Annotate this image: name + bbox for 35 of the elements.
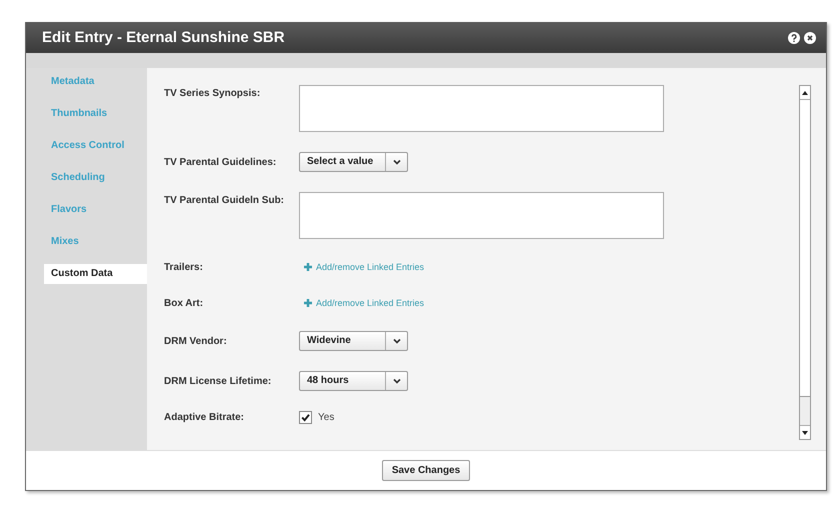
chevron-down-icon (392, 338, 400, 344)
linked-entries-link[interactable]: Add/remove Linked Entries (316, 298, 424, 308)
scrollbar-thumb[interactable] (800, 396, 810, 425)
chevron-down-icon (392, 159, 400, 165)
sidebar-tab[interactable]: Scheduling (44, 168, 147, 188)
sidebar-tab[interactable]: Access Control (44, 136, 147, 156)
sidebar-tab[interactable]: Custom Data (44, 264, 147, 284)
arrow-up-icon[interactable] (802, 90, 808, 94)
linked-entries-link[interactable]: Add/remove Linked Entries (316, 262, 424, 272)
sidebar-tab[interactable]: Thumbnails (44, 104, 147, 124)
checkbox-label: Yes (318, 412, 334, 423)
plus-icon (304, 299, 312, 307)
sidebar-tab[interactable]: Metadata (44, 72, 147, 92)
plus-icon (304, 263, 312, 271)
help-icon[interactable] (788, 32, 800, 44)
arrow-down-icon[interactable] (802, 430, 808, 434)
field-label: TV Parental Guideln Sub: (164, 194, 286, 206)
field-label: DRM Vendor: (164, 336, 228, 346)
field-label: TV Series Synopsis: (164, 87, 262, 99)
dropdown[interactable]: Widevine (299, 331, 408, 351)
sidebar-tab[interactable]: Mixes (44, 232, 147, 252)
field-label: Trailers: (164, 262, 204, 272)
field-label: Adaptive Bitrate: (164, 412, 246, 423)
checkbox[interactable] (299, 411, 312, 424)
close-icon[interactable] (804, 32, 816, 44)
dropdown[interactable]: Select a value (299, 152, 408, 172)
save-changes-button[interactable]: Save Changes (382, 460, 470, 481)
chevron-down-icon (392, 378, 400, 384)
window-title: Edit Entry - Eternal Sunshine SBR (42, 29, 285, 46)
field-label: TV Parental Guidelines: (164, 156, 278, 168)
field-label: DRM License Lifetime: (164, 376, 272, 386)
sidebar-tab[interactable]: Flavors (44, 200, 147, 220)
dropdown[interactable]: 48 hours (299, 371, 408, 391)
field-label: Box Art: (164, 298, 204, 308)
scrollbar[interactable] (799, 85, 811, 440)
